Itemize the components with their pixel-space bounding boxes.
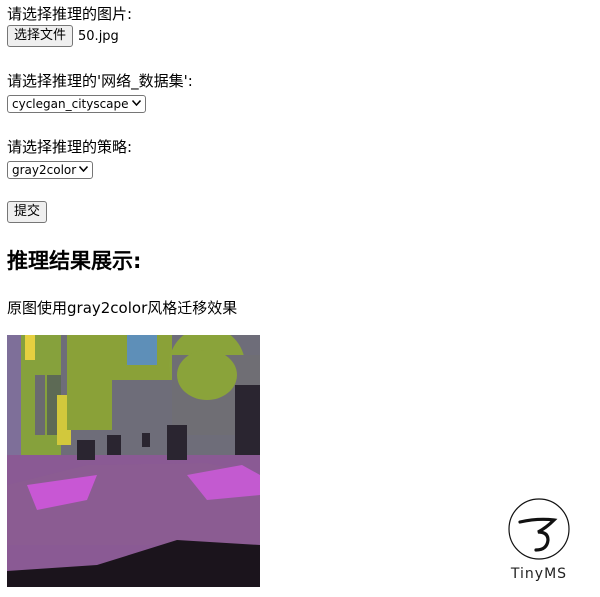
strategy-select-value: gray2color [12,163,77,177]
network-select-label: 请选择推理的'网络_数据集': [7,72,193,90]
logo-icon [508,498,570,560]
network-dataset-select[interactable]: cyclegan_cityscape [7,95,146,113]
file-input-row: 选择文件 50.jpg [7,24,119,48]
chevron-down-icon [79,162,89,178]
logo-text: TinyMS [510,566,568,582]
strategy-select[interactable]: gray2color [7,161,94,179]
chevron-down-icon [131,96,141,112]
choose-file-button[interactable]: 选择文件 [7,25,74,47]
network-select-value: cyclegan_cityscape [12,97,129,111]
selected-file-name: 50.jpg [78,28,119,44]
result-image [7,327,260,587]
strategy-select-label: 请选择推理的策略: [7,138,133,156]
result-caption: 原图使用gray2color风格迁移效果 [7,299,238,317]
result-heading: 推理结果展示: [7,249,142,273]
image-select-label: 请选择推理的图片: [7,5,133,23]
submit-button[interactable]: 提交 [7,201,48,223]
tinyms-logo: TinyMS [505,498,573,582]
inference-page: 请选择推理的图片: 选择文件 50.jpg 请选择推理的'网络_数据集': cy… [0,0,600,597]
